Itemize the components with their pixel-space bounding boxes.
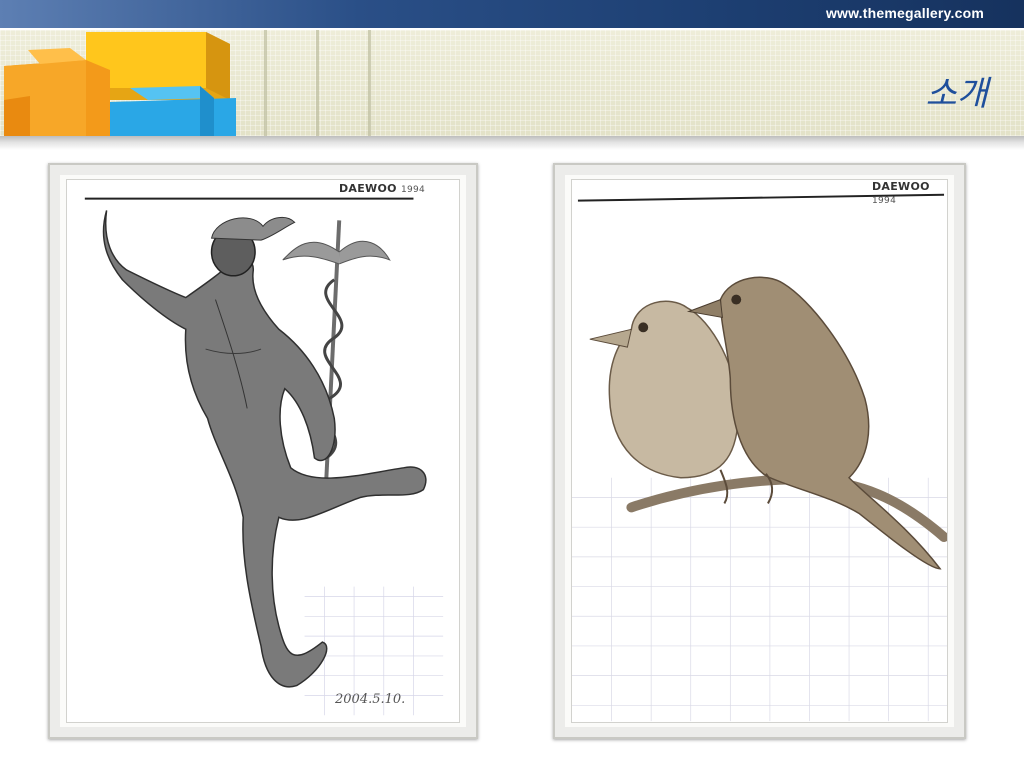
- artwork-frame-hermes[interactable]: DAEWOO 1994 2004.5.10.: [48, 163, 478, 739]
- paper-brand-mark: DAEWOO 1994: [872, 180, 930, 206]
- birds-drawing: [572, 193, 947, 722]
- slide-title: 소개: [925, 74, 988, 114]
- hermes-drawing: [84, 197, 444, 716]
- header-divider: [368, 30, 371, 136]
- artwork-paper: DAEWOO 1994 2004.5.10.: [66, 179, 460, 723]
- puzzle-blocks-logo: [4, 32, 236, 136]
- header-divider: [264, 30, 267, 136]
- site-url: www.themegallery.com: [825, 5, 984, 21]
- artwork-paper: DAEWOO 1994: [571, 179, 948, 723]
- drawing-date-note: 2004.5.10.: [335, 692, 406, 707]
- top-banner: www.themegallery.com: [0, 0, 1024, 28]
- artwork-frame-birds[interactable]: DAEWOO 1994: [553, 163, 966, 739]
- header-shadow: [0, 136, 1024, 150]
- paper-brand-mark: DAEWOO 1994: [339, 182, 426, 195]
- header-divider: [316, 30, 319, 136]
